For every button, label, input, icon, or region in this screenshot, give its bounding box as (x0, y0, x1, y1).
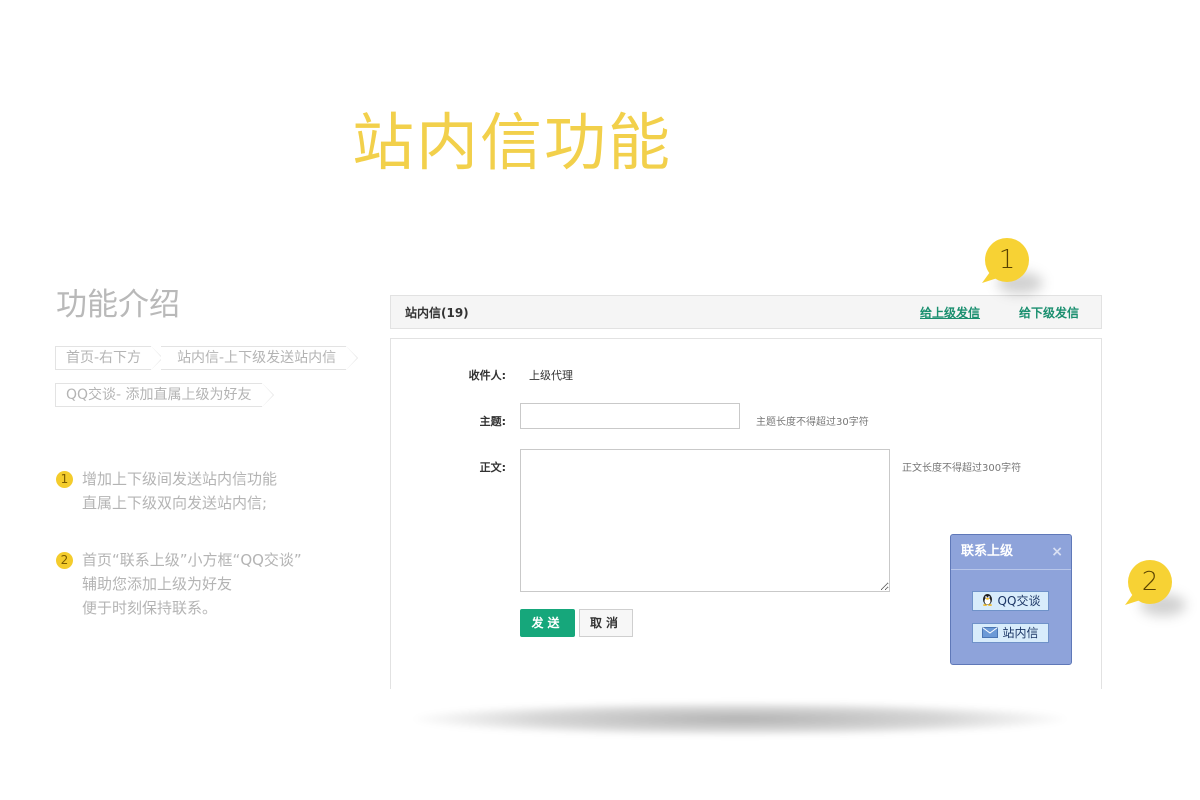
qq-penguin-icon (981, 592, 994, 611)
feature-text: 首页“联系上级”小方框“QQ交谈” (82, 551, 302, 569)
body-hint: 正文长度不得超过300字符 (902, 463, 1022, 474)
callout-number: 2 (1141, 567, 1159, 597)
breadcrumb-row: 首页-右下方 站内信-上下级发送站内信 (55, 346, 359, 370)
subject-hint: 主题长度不得超过30字符 (756, 417, 869, 428)
callout-number: 1 (998, 245, 1016, 275)
cancel-button[interactable]: 取消 (579, 609, 633, 637)
popup-title: 联系上级 (961, 544, 1014, 559)
subject-input[interactable] (520, 403, 740, 429)
recipient-label: 收件人: (468, 369, 506, 382)
envelope-icon (982, 625, 999, 643)
feature-text: 增加上下级间发送站内信功能 (82, 470, 278, 488)
page-title: 站内信功能 (352, 106, 673, 179)
callout-badge: 1 (977, 238, 1043, 294)
subject-label: 主题: (479, 415, 506, 428)
breadcrumb-item: QQ交谈- 添加直属上级为好友 (55, 383, 274, 407)
breadcrumb-item: 首页-右下方 (55, 346, 164, 370)
breadcrumb-row: QQ交谈- 添加直属上级为好友 (55, 383, 346, 407)
qq-chat-button[interactable]: QQ交谈 (972, 591, 1049, 611)
internal-mail-label: 站内信 (1002, 626, 1039, 640)
mail-window-title: 站内信(19) (405, 306, 469, 320)
send-button[interactable]: 发送 (520, 609, 575, 637)
recipient-value: 上级代理 (529, 369, 573, 382)
contact-superior-popup: 联系上级 × QQ交谈 站内信 (950, 534, 1072, 665)
intro-title: 功能介绍 (56, 287, 180, 323)
close-icon[interactable]: × (1051, 535, 1063, 569)
feature-text: 便于时刻保持联系。 (82, 599, 218, 617)
feature-number-badge: 1 (56, 471, 73, 488)
feature-text: 辅助您添加上级为好友 (82, 575, 233, 593)
feature-item: 1 增加上下级间发送站内信功能 直属上下级双向发送站内信; (56, 467, 277, 515)
breadcrumb: 首页-右下方 站内信-上下级发送站内信 QQ交谈- 添加直属上级为好友 (55, 346, 359, 420)
internal-mail-button[interactable]: 站内信 (972, 623, 1049, 643)
feature-number-badge: 2 (56, 552, 73, 569)
send-to-superior-link[interactable]: 给上级发信 (920, 304, 980, 321)
qq-chat-label: QQ交谈 (997, 594, 1041, 608)
send-to-subordinate-link[interactable]: 给下级发信 (1019, 304, 1079, 321)
body-textarea[interactable] (520, 449, 890, 592)
feature-item: 2 首页“联系上级”小方框“QQ交谈” 辅助您添加上级为好友 便于时刻保持联系。 (56, 548, 302, 620)
popup-header: 联系上级 × (951, 535, 1071, 570)
body-label: 正文: (479, 461, 506, 474)
floor-shadow (415, 702, 1065, 736)
breadcrumb-item: 站内信-上下级发送站内信 (161, 346, 359, 370)
callout-badge: 2 (1120, 560, 1186, 616)
mail-window-header: 站内信(19) 给上级发信 给下级发信 (390, 295, 1102, 329)
feature-text: 直属上下级双向发送站内信; (82, 494, 268, 512)
